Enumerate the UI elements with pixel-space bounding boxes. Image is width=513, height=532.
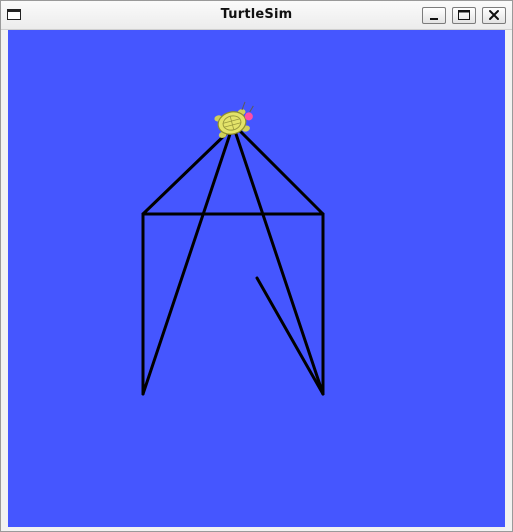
turtle-icon [214, 101, 254, 138]
maximize-icon [458, 10, 470, 20]
maximize-button[interactable] [452, 7, 476, 24]
turtlesim-window: TurtleSim [0, 0, 513, 532]
minimize-button[interactable] [422, 7, 446, 24]
turtle-canvas [8, 30, 505, 527]
pen-trail [141, 129, 325, 396]
close-button[interactable] [482, 7, 506, 24]
pen-path-right-roof [238, 129, 325, 216]
minimize-icon [430, 18, 438, 20]
close-icon [489, 10, 499, 20]
title-bar[interactable]: TurtleSim [1, 1, 512, 30]
pen-drawing [141, 101, 325, 396]
